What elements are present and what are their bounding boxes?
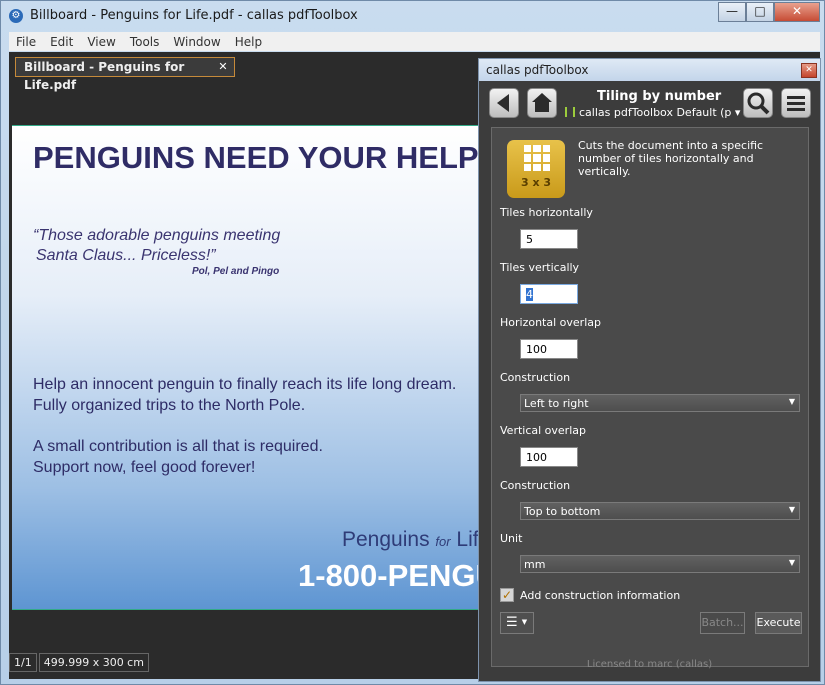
body-line-4: Support now, feel good forever! xyxy=(33,459,256,476)
tiles-horizontally-label: Tiles horizontally xyxy=(500,206,593,219)
unit-value: mm xyxy=(524,558,546,571)
horizontal-overlap-input[interactable]: 100 xyxy=(520,339,578,359)
panel-title: callas pdfToolbox xyxy=(479,59,820,81)
body-paragraph-2: A small contribution is all that is requ… xyxy=(33,436,323,478)
options-menu-button[interactable]: ☰ ▼ xyxy=(500,612,534,634)
phone-number: 1-800-PENGU xyxy=(298,558,482,593)
construction-dropdown-2[interactable]: Top to bottom ▼ xyxy=(520,502,800,520)
home-button[interactable] xyxy=(527,88,557,118)
tiles-vertically-label: Tiles vertically xyxy=(500,261,580,274)
hamburger-menu-button[interactable] xyxy=(781,88,811,118)
tiles-vertically-value: 4 xyxy=(526,288,533,301)
menu-view[interactable]: View xyxy=(80,32,122,51)
vertical-overlap-input[interactable]: 100 xyxy=(520,447,578,467)
license-text: Licensed to marc (callas) xyxy=(586,659,713,670)
close-button[interactable]: ✕ xyxy=(774,2,820,22)
title-bar: ⚙ Billboard - Penguins for Life.pdf - ca… xyxy=(1,1,825,31)
minimize-button[interactable]: — xyxy=(718,2,746,22)
chevron-down-icon: ▼ xyxy=(788,558,795,567)
window-title: Billboard - Penguins for Life.pdf - call… xyxy=(30,8,358,23)
add-construction-info-checkbox[interactable]: ✓ xyxy=(500,588,514,602)
chevron-down-icon: ▼ xyxy=(788,505,795,514)
back-button[interactable] xyxy=(489,88,519,118)
menu-window[interactable]: Window xyxy=(166,32,227,51)
batch-button[interactable]: Batch... xyxy=(700,612,745,634)
body-line-2: Fully organized trips to the North Pole. xyxy=(33,397,306,414)
menu-bar: File Edit View Tools Window Help xyxy=(9,32,820,51)
construction-label-1: Construction xyxy=(500,371,571,384)
list-icon: ☰ xyxy=(506,615,518,630)
pdftoolbox-panel: callas pdfToolbox ✕ Tiling by number cal… xyxy=(478,58,821,682)
unit-dropdown[interactable]: mm ▼ xyxy=(520,555,800,573)
tool-settings: 3 x 3 Cuts the document into a specific … xyxy=(491,127,809,667)
execute-button[interactable]: Execute xyxy=(755,612,802,634)
body-line-1: Help an innocent penguin to finally reac… xyxy=(33,376,457,393)
page-count: 1/1 xyxy=(9,653,37,672)
app-gear-icon[interactable]: ⚙ xyxy=(9,9,23,23)
status-bar: 1/1 499.999 x 300 cm xyxy=(9,653,151,672)
construction-dropdown-1[interactable]: Left to right ▼ xyxy=(520,394,800,412)
search-button[interactable] xyxy=(743,88,773,118)
construction-label-2: Construction xyxy=(500,479,571,492)
unit-label: Unit xyxy=(500,532,523,545)
tiles-vertically-input[interactable]: 4 xyxy=(520,284,578,304)
document-tab[interactable]: Billboard - Penguins for Life.pdf ✕ xyxy=(15,57,235,92)
tiling-icon-label: 3 x 3 xyxy=(520,176,552,189)
tool-title: Tiling by number xyxy=(597,89,722,104)
maximize-button[interactable]: □ xyxy=(746,2,774,22)
pdf-page: PENGUINS NEED YOUR HELP - “Those adorabl… xyxy=(12,125,482,610)
menu-edit[interactable]: Edit xyxy=(43,32,80,51)
vertical-overlap-label: Vertical overlap xyxy=(500,424,586,437)
tiles-horizontally-input[interactable]: 5 xyxy=(520,229,578,249)
search-icon xyxy=(747,92,770,115)
menu-file[interactable]: File xyxy=(9,32,43,51)
quote-line-2: Santa Claus... Priceless!” xyxy=(36,247,216,264)
brand-name: Penguins for Life xyxy=(342,528,482,552)
close-tab-icon[interactable]: ✕ xyxy=(216,60,230,74)
home-icon xyxy=(532,93,552,112)
tool-description: Cuts the document into a specific number… xyxy=(578,139,764,178)
construction-value-2: Top to bottom xyxy=(524,505,601,518)
chevron-down-icon: ▼ xyxy=(521,618,528,626)
brand-part-1: Penguins xyxy=(342,528,436,551)
panel-close-button[interactable]: ✕ xyxy=(801,63,817,78)
menu-tools[interactable]: Tools xyxy=(123,32,167,51)
add-construction-info-label: Add construction information xyxy=(520,589,681,602)
profile-label: callas pdfToolbox Default (p ▾ xyxy=(579,106,741,119)
construction-value-1: Left to right xyxy=(524,397,589,410)
hamburger-icon xyxy=(787,96,805,111)
tiling-tool-icon: 3 x 3 xyxy=(507,140,565,198)
quote-attribution: Pol, Pel and Pingo xyxy=(192,266,280,277)
profile-selector[interactable]: callas pdfToolbox Default (p ▾ xyxy=(565,106,740,119)
brand-part-2: for xyxy=(435,534,451,549)
horizontal-overlap-label: Horizontal overlap xyxy=(500,316,601,329)
menu-help[interactable]: Help xyxy=(228,32,269,51)
page-size: 499.999 x 300 cm xyxy=(38,653,149,672)
quote-line-1: “Those adorable penguins meeting xyxy=(33,227,281,244)
profile-icon xyxy=(565,107,575,117)
chevron-down-icon: ▼ xyxy=(788,397,795,406)
back-arrow-icon xyxy=(497,94,509,112)
document-tab-label: Billboard - Penguins for Life.pdf xyxy=(24,60,185,92)
body-paragraph-1: Help an innocent penguin to finally reac… xyxy=(33,374,456,416)
page-headline: PENGUINS NEED YOUR HELP - xyxy=(33,140,482,175)
body-line-3: A small contribution is all that is requ… xyxy=(33,438,323,455)
page-quote: “Those adorable penguins meeting Santa C… xyxy=(33,226,280,266)
